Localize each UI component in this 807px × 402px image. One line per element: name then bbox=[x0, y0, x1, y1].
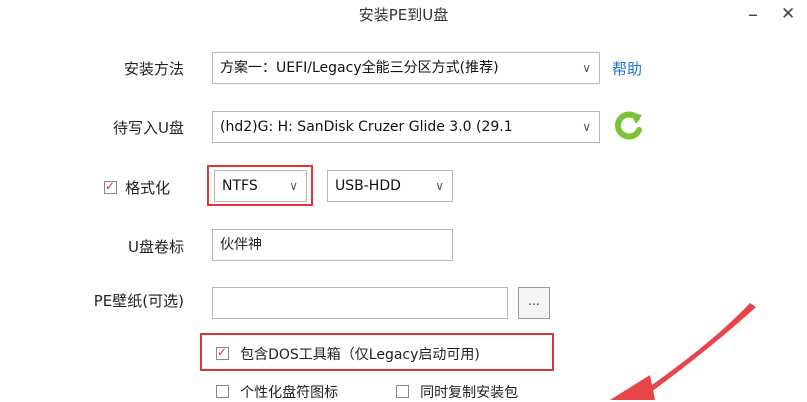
volume-label-input[interactable]: 伙伴神 bbox=[212, 229, 453, 261]
install-method-label: 安装方法 bbox=[123, 60, 184, 78]
wallpaper-path-input[interactable] bbox=[212, 287, 508, 319]
install-method-value: 方案一：UEFI/Legacy全能三分区方式(推荐) bbox=[220, 60, 499, 76]
target-disk-value: (hd2)G: H: SanDisk Cruzer Glide 3.0 (29.… bbox=[220, 119, 513, 135]
filesystem-value: NTFS bbox=[222, 178, 258, 194]
personalize-icon-option[interactable]: 个性化盘符图标 bbox=[216, 381, 338, 402]
format-label: 格式化 bbox=[125, 179, 171, 197]
personalize-icon-label: 个性化盘符图标 bbox=[240, 384, 339, 401]
format-checkbox[interactable] bbox=[104, 179, 117, 194]
include-dos-checkbox[interactable] bbox=[216, 345, 229, 360]
filesystem-select[interactable]: NTFS ∨ bbox=[214, 170, 307, 202]
close-button[interactable]: ✕ bbox=[781, 2, 795, 26]
boot-mode-value: USB-HDD bbox=[335, 178, 401, 194]
format-checkbox-group[interactable]: 格式化 bbox=[104, 177, 170, 198]
volume-label-label: U盘卷标 bbox=[128, 238, 184, 256]
include-dos-option[interactable]: 包含DOS工具箱（仅Legacy启动可用) bbox=[216, 343, 480, 364]
target-disk-select[interactable]: (hd2)G: H: SanDisk Cruzer Glide 3.0 (29.… bbox=[212, 111, 600, 143]
target-disk-label: 待写入U盘 bbox=[113, 119, 184, 137]
copy-installer-option[interactable]: 同时复制安装包 bbox=[396, 381, 518, 402]
include-dos-label: 包含DOS工具箱（仅Legacy启动可用) bbox=[240, 346, 480, 363]
red-arrow-annotation bbox=[610, 303, 756, 400]
wallpaper-label: PE壁纸(可选) bbox=[93, 292, 184, 310]
refresh-icon[interactable] bbox=[612, 109, 644, 143]
browse-button[interactable]: ... bbox=[518, 287, 550, 319]
chevron-down-icon: ∨ bbox=[579, 112, 591, 142]
chevron-down-icon: ∨ bbox=[582, 61, 591, 75]
chevron-down-icon: ∨ bbox=[289, 179, 298, 193]
install-method-select[interactable]: 方案一：UEFI/Legacy全能三分区方式(推荐) ∨ bbox=[212, 52, 600, 84]
chevron-down-icon: ∨ bbox=[435, 179, 444, 193]
window-title: 安装PE到U盘 bbox=[358, 6, 449, 24]
personalize-icon-checkbox[interactable] bbox=[216, 385, 229, 398]
copy-installer-label: 同时复制安装包 bbox=[420, 384, 519, 401]
minimize-button[interactable]: – bbox=[748, 2, 758, 26]
help-link[interactable]: 帮助 bbox=[612, 58, 642, 80]
copy-installer-checkbox[interactable] bbox=[396, 385, 409, 398]
boot-mode-select[interactable]: USB-HDD ∨ bbox=[327, 170, 453, 202]
